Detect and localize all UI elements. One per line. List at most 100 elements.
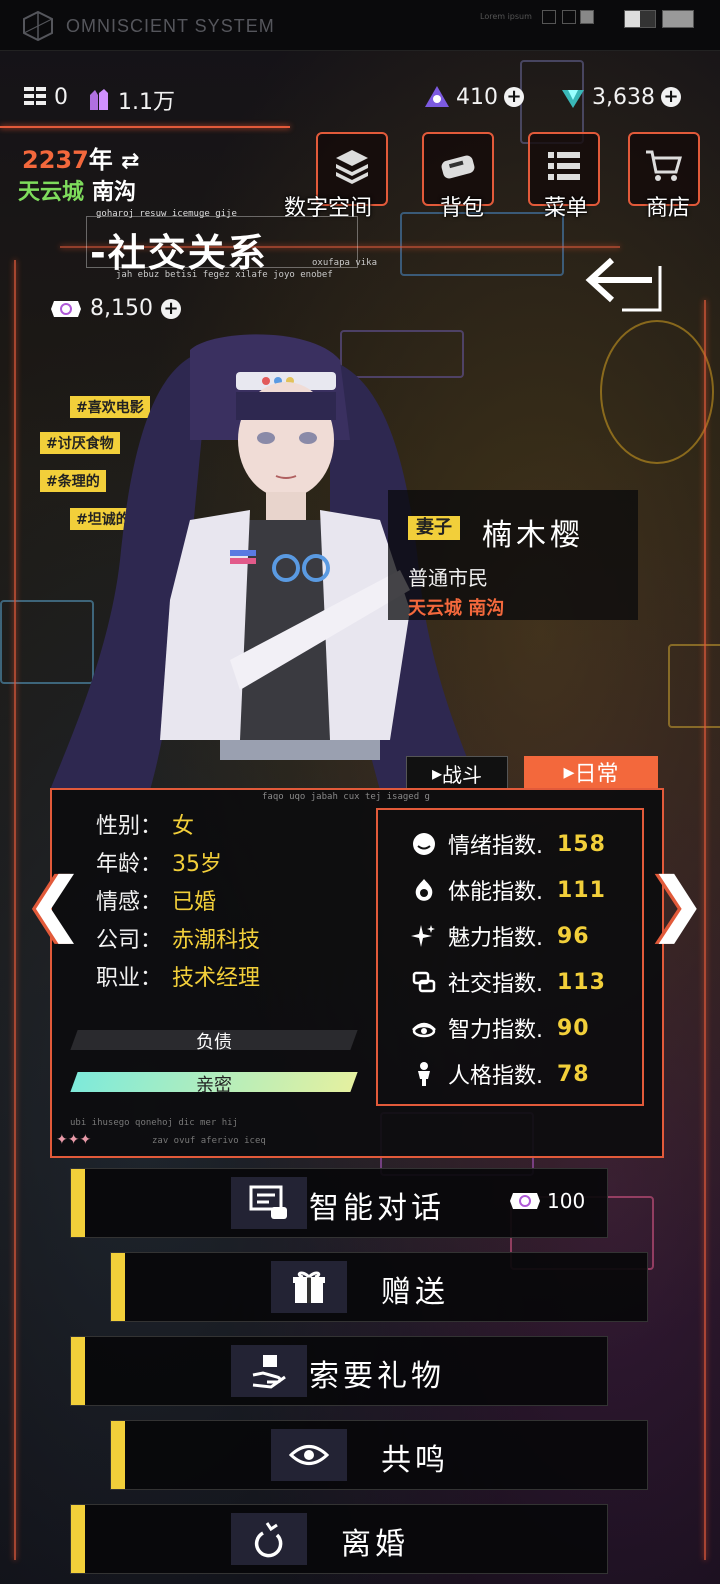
stat-value: 78 (557, 1061, 590, 1087)
puzzle-resource: 0 (22, 84, 68, 110)
game-year: 2237年 ⇄ (22, 140, 140, 175)
info-label-relationship: 情感： (96, 890, 163, 915)
intellect-icon (410, 1014, 438, 1042)
chat-cost-value: 100 (547, 1189, 586, 1213)
info-label-gender: 性别： (96, 814, 163, 839)
eye-icon (271, 1429, 347, 1481)
stat-label: 社交指数. (448, 972, 543, 997)
ticket-resource: 410 + (424, 84, 524, 110)
request-gift-button[interactable]: 索要礼物 (70, 1336, 608, 1406)
button-stripe (71, 1169, 85, 1237)
smart-chat-button[interactable]: 智能对话 100 (70, 1168, 608, 1238)
current-location: 天云城 南沟 (18, 174, 136, 206)
resonance-label: 共鸣 (381, 1443, 449, 1478)
info-label-age: 年龄： (96, 852, 163, 877)
stat-value: 90 (557, 1015, 590, 1041)
stat-label: 智力指数. (448, 1018, 543, 1043)
debt-bar-label: 负债 (196, 1032, 232, 1053)
divorce-button[interactable]: 离婚 (70, 1504, 608, 1574)
nav-menu-label: 菜单 (544, 196, 589, 221)
button-stripe (71, 1337, 85, 1405)
add-diamond-button[interactable]: + (660, 87, 681, 107)
year-label: 年 (88, 146, 113, 174)
add-ticket-button[interactable]: + (504, 87, 524, 107)
stat-row: 人格指数. 78 (410, 1058, 590, 1090)
gift-button[interactable]: 赠送 (110, 1252, 648, 1322)
bag-icon (441, 155, 475, 179)
page-title: -社交关系 (90, 231, 268, 275)
stat-value: 96 (557, 923, 590, 949)
tab-battle[interactable]: ▸ 战斗 (406, 756, 508, 790)
puzzle-count: 0 (54, 84, 68, 110)
window-box (542, 10, 556, 24)
gift-label: 赠送 (381, 1275, 449, 1310)
refresh-icon[interactable]: ⇄ (121, 149, 139, 174)
tab-daily[interactable]: ▸ 日常 (524, 756, 658, 788)
diamond-resource: 3,638 + (560, 84, 681, 110)
social-coin-balance: 8,150 + (50, 296, 181, 321)
info-value-company: 赤潮科技 (172, 928, 261, 953)
social-coin-icon (510, 1193, 540, 1209)
ticket-count: 410 (456, 84, 498, 110)
hand-gift-icon (231, 1345, 307, 1397)
title-caption-bottom: jah ebuz betisi fegez xilafe joyo enobef (116, 270, 333, 280)
stat-row: 智力指数. 90 (410, 1012, 590, 1044)
system-logo-icon (23, 10, 53, 42)
broken-ring-icon (231, 1513, 307, 1565)
stat-row: 体能指数. 111 (410, 874, 606, 906)
relation-badge: 妻子 (408, 516, 460, 540)
person-icon (410, 1060, 438, 1088)
panel-footer-caption: ubi ihusego qonehoj dic mer hij (70, 1118, 238, 1128)
info-value-job: 技术经理 (172, 966, 261, 991)
info-value-gender: 女 (172, 814, 195, 839)
window-box (662, 10, 694, 28)
gift-icon (271, 1261, 347, 1313)
bg-sign (668, 644, 720, 728)
tab-daily-label: 日常 (574, 762, 619, 787)
crystal-icon (90, 89, 108, 110)
social-icon (410, 968, 438, 996)
stat-value: 113 (557, 969, 606, 995)
stat-label: 魅力指数. (448, 926, 543, 951)
info-label-job: 职业： (96, 966, 163, 991)
frame-line (14, 260, 16, 1560)
chat-icon (231, 1177, 307, 1229)
mood-icon (410, 830, 438, 858)
back-arrow-icon[interactable] (582, 252, 668, 316)
info-label-company: 公司： (96, 928, 163, 953)
window-box (624, 10, 656, 28)
ticket-triangle-icon (425, 86, 449, 107)
year-number: 2237 (22, 146, 89, 174)
request-gift-label: 索要礼物 (309, 1359, 445, 1394)
tab-battle-label: 战斗 (442, 762, 483, 787)
chat-cost: 100 (509, 1189, 585, 1213)
resonance-button[interactable]: 共鸣 (110, 1420, 648, 1490)
location-city: 天云城 (18, 180, 85, 205)
panel-footer-caption: zav ovuf aferivo iceq (152, 1136, 266, 1146)
cart-icon (646, 150, 682, 181)
social-coin-icon (51, 300, 81, 317)
stat-label: 体能指数. (448, 880, 543, 905)
stat-label: 人格指数. (448, 1064, 543, 1089)
system-title: OMNISCIENT SYSTEM (66, 16, 275, 36)
stat-value: 158 (557, 831, 606, 857)
previous-character-button[interactable]: ❮ (26, 862, 85, 944)
next-character-button[interactable]: ❯ (648, 862, 707, 944)
system-caption: Lorem ipsum (480, 12, 532, 21)
nav-shop-label: 商店 (646, 196, 691, 221)
stat-row: 社交指数. 113 (410, 966, 606, 998)
add-coin-button[interactable]: + (160, 298, 181, 319)
location-district: 南沟 (92, 180, 137, 205)
sparkle-icon (410, 922, 438, 950)
window-box (562, 10, 576, 24)
diamond-icon (562, 90, 584, 108)
crystal-resource: 1.1万 (86, 84, 175, 116)
info-value-relationship: 已婚 (172, 890, 217, 915)
crystal-count: 1.1万 (118, 90, 175, 115)
stat-row: 情绪指数. 158 (410, 828, 606, 860)
stamina-icon (410, 876, 438, 904)
puzzle-icon (24, 87, 46, 105)
character-name: 楠木樱 (482, 518, 584, 553)
stat-row: 魅力指数. 96 (410, 920, 590, 952)
button-stripe (111, 1253, 125, 1321)
